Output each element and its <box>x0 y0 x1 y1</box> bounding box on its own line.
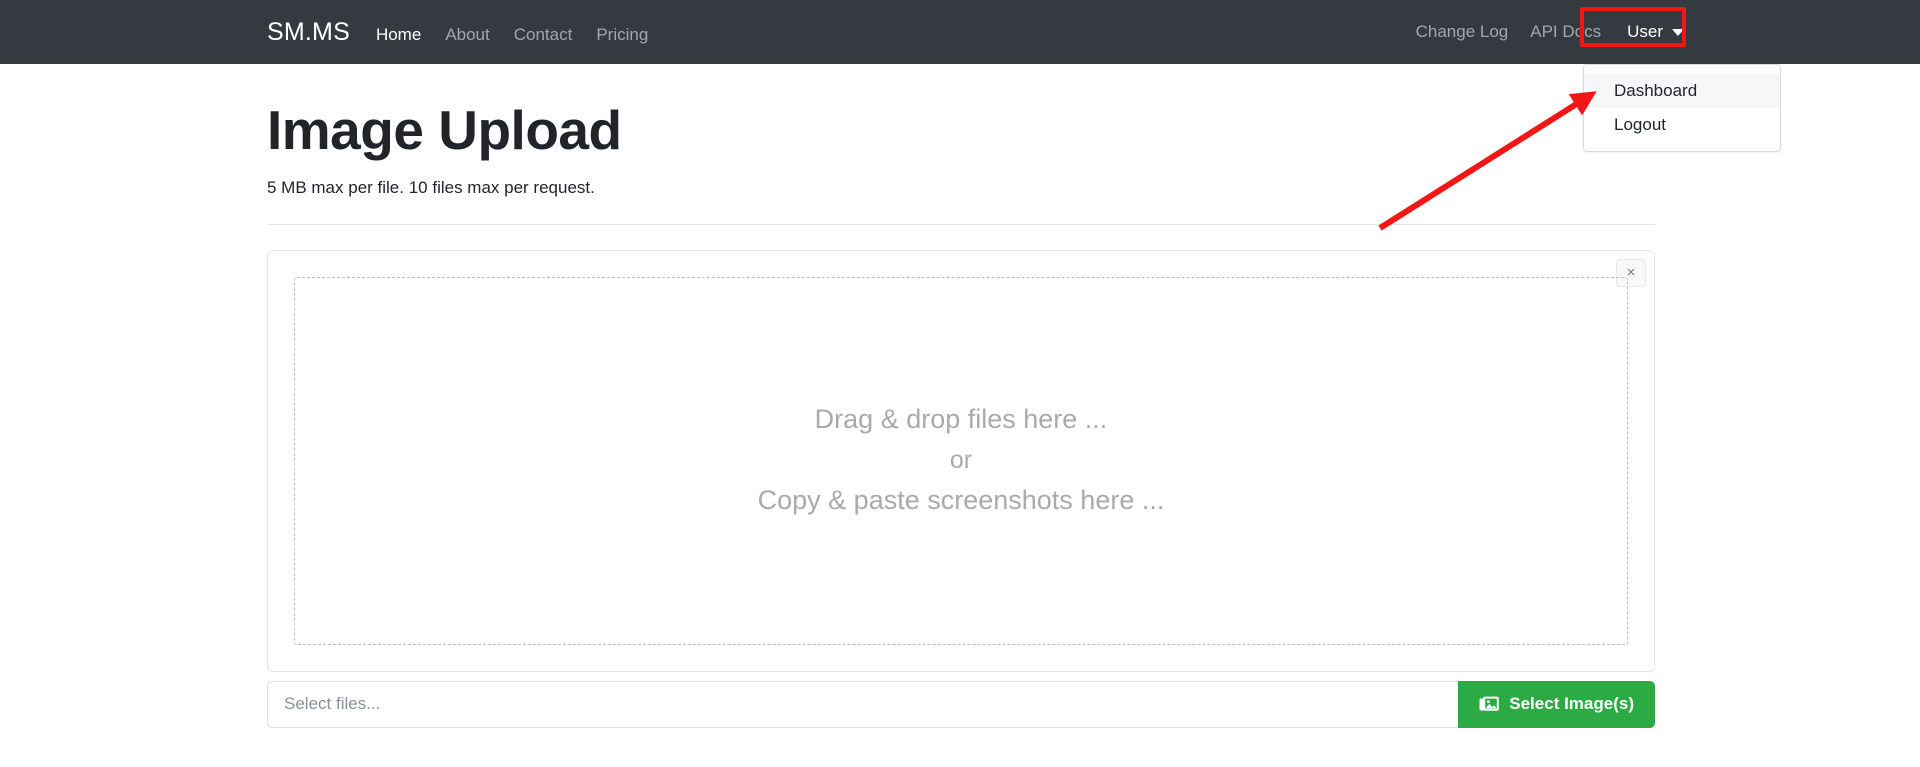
dropdown-item-logout[interactable]: Logout <box>1584 108 1780 142</box>
user-menu-wrapper: User <box>1623 20 1688 44</box>
file-dropzone[interactable]: Drag & drop files here ... or Copy & pas… <box>294 276 1628 645</box>
nav-link-api-docs[interactable]: API Docs <box>1530 22 1601 42</box>
nav-link-change-log[interactable]: Change Log <box>1416 22 1509 42</box>
user-menu-label: User <box>1627 22 1663 41</box>
nav-link-about[interactable]: About <box>445 25 489 45</box>
navbar-left-group: SM.MS Home About Contact Pricing <box>267 18 672 47</box>
select-images-button[interactable]: Select Image(s) <box>1458 680 1655 728</box>
brand-logo[interactable]: SM.MS <box>267 18 350 47</box>
file-select-input-group: Select Image(s) <box>267 680 1655 728</box>
nav-link-contact[interactable]: Contact <box>514 25 573 45</box>
chevron-down-icon <box>1672 28 1684 36</box>
nav-link-home[interactable]: Home <box>376 25 421 45</box>
navbar-right-group: Change Log API Docs User <box>1394 20 1688 44</box>
main-container: Image Upload 5 MB max per file. 10 files… <box>267 64 1655 728</box>
user-menu-toggle[interactable]: User <box>1623 20 1688 44</box>
user-dropdown-menu: Dashboard Logout <box>1583 64 1781 152</box>
select-images-label: Select Image(s) <box>1509 694 1634 713</box>
top-navbar: SM.MS Home About Contact Pricing Change … <box>0 0 1920 64</box>
images-icon <box>1479 695 1500 714</box>
dropzone-line-or: or <box>949 446 973 475</box>
dropzone-line-paste: Copy & paste screenshots here ... <box>757 484 1165 515</box>
dropzone-line-drag: Drag & drop files here ... <box>814 404 1108 435</box>
page-title: Image Upload <box>267 99 622 161</box>
file-path-input[interactable] <box>267 680 1459 728</box>
page-subtitle: 5 MB max per file. 10 files max per requ… <box>267 177 595 197</box>
upload-card: × Drag & drop files here ... or Copy & p… <box>267 249 1655 672</box>
header-divider <box>267 223 1655 225</box>
nav-link-pricing[interactable]: Pricing <box>596 25 648 45</box>
dropdown-item-dashboard[interactable]: Dashboard <box>1584 74 1780 108</box>
